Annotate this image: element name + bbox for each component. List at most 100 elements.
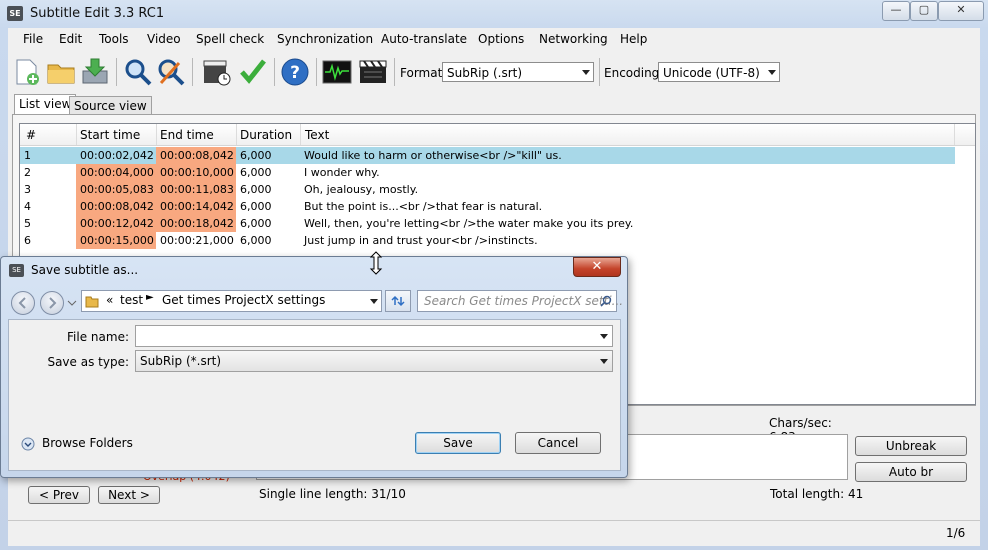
unbreak-button[interactable]: Unbreak [855, 436, 967, 456]
cell-text: Well, then, you're letting<br />the wate… [304, 217, 634, 230]
format-select[interactable]: SubRip (.srt) [442, 62, 594, 82]
total-length: Total length: 41 [770, 487, 864, 501]
auto-br-button[interactable]: Auto br [855, 462, 967, 482]
cell-text: But the point is...<br />that fear is na… [304, 200, 543, 213]
tab-list-view[interactable]: List view [14, 94, 77, 115]
table-row[interactable]: 1 00:00:02,042 00:00:08,042 6,000 Would … [20, 147, 955, 164]
encoding-select[interactable]: Unicode (UTF-8) [658, 62, 780, 82]
chevron-down-icon [768, 70, 776, 75]
cell-duration: 6,000 [240, 149, 272, 162]
cell-start-time: 00:00:05,083 [76, 181, 156, 198]
column-header-number[interactable]: # [26, 128, 36, 142]
forward-button[interactable] [40, 291, 64, 315]
address-bar[interactable]: « test ► Get times ProjectX settings [81, 290, 382, 312]
replace-icon[interactable] [156, 57, 186, 87]
column-header-end-time[interactable]: End time [160, 128, 214, 142]
cell-start-time: 00:00:08,042 [76, 198, 156, 215]
dialog-body: File name: Save as type: SubRip (*.srt) … [8, 319, 621, 471]
save-icon[interactable] [80, 57, 110, 87]
breadcrumb-current[interactable]: Get times ProjectX settings [162, 293, 325, 307]
save-button[interactable]: Save [415, 432, 501, 454]
menu-bar: File Edit Tools Video Spell check Synchr… [8, 28, 980, 52]
column-separator [156, 124, 157, 145]
spell-check-icon[interactable] [238, 57, 268, 87]
search-input[interactable]: Search Get times ProjectX setti... [417, 290, 623, 312]
menu-help[interactable]: Help [620, 32, 647, 46]
cell-end-time: 00:00:14,042 [156, 198, 236, 215]
breadcrumb-overflow[interactable]: « [106, 293, 113, 307]
cell-start-time: 00:00:15,000 [76, 232, 156, 249]
cell-text: Oh, jealousy, mostly. [304, 183, 419, 196]
cell-duration: 6,000 [240, 217, 272, 230]
table-row[interactable]: 2 00:00:04,000 00:00:10,000 6,000 I wond… [20, 164, 955, 181]
column-separator [300, 124, 301, 145]
app-icon: SE [9, 264, 24, 277]
subtitle-position: 1/6 [946, 526, 966, 540]
menu-synchronization[interactable]: Synchronization [277, 32, 373, 46]
breadcrumb-arrow-icon: ► [146, 292, 154, 303]
toolbar-separator [599, 58, 600, 86]
save-as-type-label: Save as type: [47, 355, 129, 369]
menu-file[interactable]: File [23, 32, 43, 46]
cell-duration: 6,000 [240, 234, 272, 247]
maximize-button[interactable]: ▢ [910, 1, 938, 21]
table-row[interactable]: 4 00:00:08,042 00:00:14,042 6,000 But th… [20, 198, 955, 215]
menu-networking[interactable]: Networking [539, 32, 608, 46]
toolbar: ? Format SubRip (.srt) Encoding Unicode … [8, 54, 980, 92]
column-header-start-time[interactable]: Start time [80, 128, 140, 142]
table-row[interactable]: 5 00:00:12,042 00:00:18,042 6,000 Well, … [20, 215, 955, 232]
cell-number: 1 [24, 149, 31, 162]
tab-source-view[interactable]: Source view [69, 96, 152, 115]
table-row[interactable]: 3 00:00:05,083 00:00:11,083 6,000 Oh, je… [20, 181, 955, 198]
minimize-button[interactable]: — [882, 1, 910, 21]
expand-icon [21, 437, 35, 451]
file-name-input[interactable] [135, 325, 613, 347]
video-icon[interactable] [358, 57, 388, 87]
menu-video[interactable]: Video [147, 32, 181, 46]
browse-folders-label: Browse Folders [42, 436, 133, 450]
cell-number: 5 [24, 217, 31, 230]
chevron-down-icon[interactable] [600, 334, 608, 339]
menu-options[interactable]: Options [478, 32, 524, 46]
dialog-close-button[interactable]: ✕ [573, 257, 621, 277]
open-folder-icon[interactable] [46, 57, 76, 87]
cell-end-time: 00:00:18,042 [156, 215, 236, 232]
next-button[interactable]: Next > [98, 486, 160, 504]
column-header-duration[interactable]: Duration [240, 128, 292, 142]
cell-number: 2 [24, 166, 31, 179]
waveform-icon[interactable] [322, 57, 352, 87]
refresh-button[interactable] [385, 290, 411, 312]
cell-text: Just jump in and trust your<br />instinc… [304, 234, 538, 247]
encoding-label: Encoding [604, 66, 660, 80]
column-header-text[interactable]: Text [305, 128, 329, 142]
menu-edit[interactable]: Edit [59, 32, 82, 46]
svg-text:?: ? [290, 63, 300, 83]
status-bar: 1/6 [8, 520, 980, 545]
cell-start-time: 00:00:12,042 [76, 215, 156, 232]
table-row[interactable]: 6 00:00:15,000 00:00:21,000 6,000 Just j… [20, 232, 955, 249]
menu-tools[interactable]: Tools [99, 32, 129, 46]
toolbar-separator [274, 58, 275, 86]
help-icon[interactable]: ? [280, 57, 310, 87]
address-dropdown-icon[interactable] [370, 299, 378, 304]
cell-number: 4 [24, 200, 31, 213]
find-icon[interactable] [123, 57, 153, 87]
dialog-title: Save subtitle as... [31, 263, 139, 277]
breadcrumb-test[interactable]: test [120, 293, 143, 307]
history-chevron-icon[interactable] [67, 300, 77, 306]
menu-spell-check[interactable]: Spell check [196, 32, 264, 46]
back-button[interactable] [11, 291, 35, 315]
close-button[interactable]: ✕ [938, 1, 984, 21]
prev-button[interactable]: < Prev [28, 486, 90, 504]
cancel-button[interactable]: Cancel [515, 432, 601, 454]
save-as-type-select[interactable]: SubRip (*.srt) [135, 350, 613, 372]
menu-auto-translate[interactable]: Auto-translate [381, 32, 467, 46]
encoding-value: Unicode (UTF-8) [663, 66, 760, 80]
cell-number: 6 [24, 234, 31, 247]
visual-sync-icon[interactable] [202, 57, 232, 87]
cell-duration: 6,000 [240, 200, 272, 213]
cell-start-time: 00:00:02,042 [80, 149, 154, 162]
new-file-icon[interactable] [12, 57, 42, 87]
arrow-right-icon [49, 297, 57, 309]
browse-folders-toggle[interactable]: Browse Folders [21, 435, 133, 453]
